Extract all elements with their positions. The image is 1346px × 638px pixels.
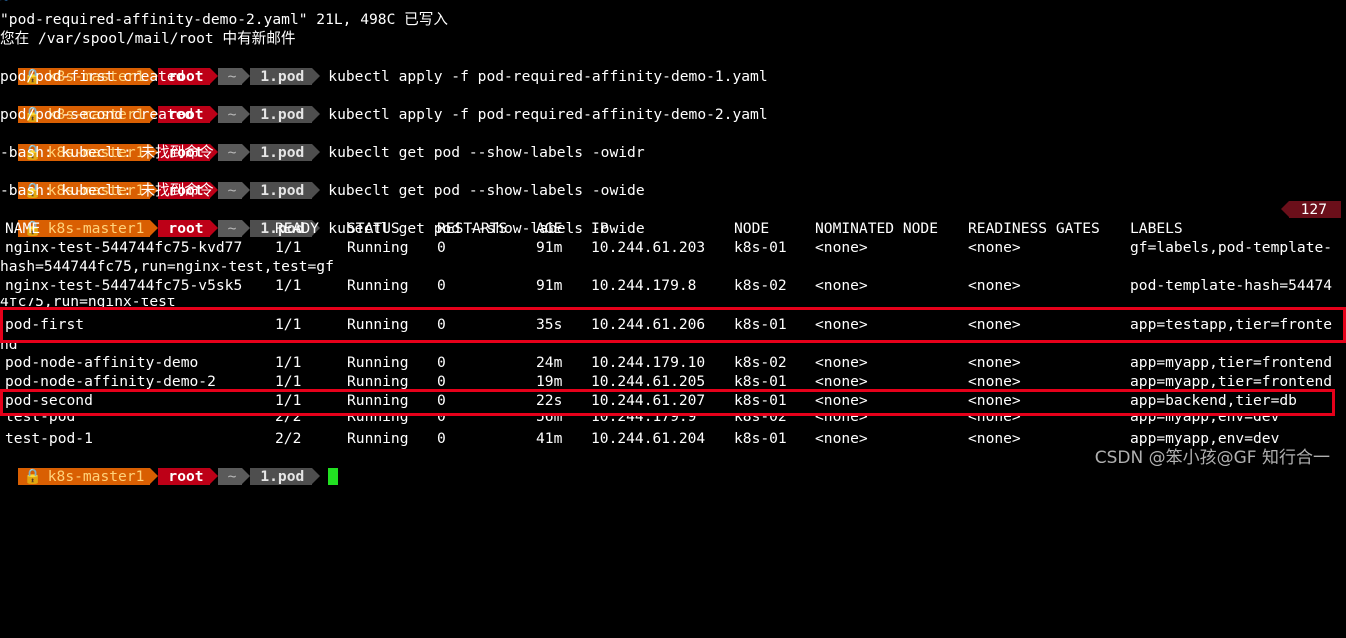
prompt-dir: 1.pod — [250, 468, 321, 485]
cell-ready: 1/1 — [275, 354, 302, 371]
cell-nominated-node: <none> — [815, 277, 868, 294]
cell-ip: 10.244.179.10 — [591, 354, 706, 371]
cell-ip: 10.244.61.203 — [591, 239, 706, 256]
cell-restarts: 0 — [437, 430, 446, 447]
highlight-box-pod-second — [0, 389, 1335, 416]
terminal-top-fragment: ~ — [0, 0, 1346, 9]
cell-restarts: 0 — [437, 277, 446, 294]
cell-restarts: 0 — [437, 354, 446, 371]
table-row: nginx-test-544744fc75-v5sk5 1/1 Running … — [0, 276, 1346, 295]
cell-name: pod-node-affinity-demo — [5, 354, 199, 371]
vim-written-message: "pod-required-affinity-demo-2.yaml" 21L,… — [0, 11, 448, 28]
prompt-line: 🔒 k8s-master1 root ~1.pod kubeclt get pod --… — [0, 124, 1346, 161]
table-row: nginx-test-544744fc75-kvd77 1/1 Running … — [0, 238, 1346, 257]
cell-status: Running — [347, 277, 409, 294]
command-output: -bash: kubeclt: 未找到命令 — [0, 144, 214, 161]
cell-nominated-node: <none> — [815, 239, 868, 256]
cell-name: nginx-test-544744fc75-v5sk5 — [5, 277, 243, 294]
cell-readiness-gates: <none> — [968, 239, 1021, 256]
table-row-wrap: nd — [0, 343, 1346, 350]
cell-age: 91m — [536, 277, 563, 294]
cell-node: k8s-01 — [734, 239, 787, 256]
cell-readiness-gates: <none> — [968, 277, 1021, 294]
cell-nominated-node: <none> — [815, 354, 868, 371]
cell-age: 24m — [536, 354, 563, 371]
col-header: STATUS — [347, 220, 400, 237]
command-output: pod/pod-first created — [0, 68, 185, 85]
cell-name: nginx-test-544744fc75-kvd77 — [5, 239, 243, 256]
col-header: READINESS GATES — [968, 220, 1100, 237]
prompt-line: 🔒 k8s-master1 root ~1.pod kubeclt get pod --… — [0, 162, 1346, 199]
cell-status: Running — [347, 430, 409, 447]
cell-name: test-pod-1 — [5, 430, 93, 447]
command-output: pod/pod-second created — [0, 106, 194, 123]
col-header: NAME — [5, 220, 41, 237]
col-header: NOMINATED NODE — [815, 220, 939, 237]
col-header: RESTARTS — [437, 220, 508, 237]
prompt-host: k8s-master1 — [47, 468, 145, 485]
prompt-line: 🔒 k8s-master1 root ~1.pod kubectl apply -f p… — [0, 86, 1346, 123]
col-header: IP — [591, 220, 609, 237]
cell-node: k8s-02 — [734, 277, 787, 294]
table-row-wrap: hash=544744fc75,run=nginx-test,test=gf — [0, 258, 334, 275]
cell-restarts: 0 — [437, 239, 446, 256]
cell-ready: 1/1 — [275, 277, 302, 294]
command-output: -bash: kubeclt: 未找到命令 — [0, 182, 214, 199]
table-row: pod-node-affinity-demo 1/1 Running 0 24m… — [0, 353, 1346, 372]
cell-status: Running — [347, 354, 409, 371]
cell-ip: 10.244.61.204 — [591, 430, 706, 447]
watermark: CSDN @笨小孩@GF 知行合一 — [1094, 448, 1330, 468]
cell-node: k8s-01 — [734, 430, 787, 447]
prompt-line: 🔒 k8s-master1 root ~1.pod kubectl get pod --… — [0, 200, 1346, 237]
cell-node: k8s-02 — [734, 354, 787, 371]
col-header: READY — [275, 220, 319, 237]
shell-prompt: 🔒 k8s-master1 root ~1.pod — [17, 468, 321, 485]
prompt-tilde: ~ — [217, 468, 251, 485]
table-header: NAME READY STATUS RESTARTS AGE IP NODE N… — [0, 219, 1346, 238]
cell-ready: 1/1 — [275, 239, 302, 256]
prompt-line: 🔒 k8s-master1 root ~1.pod kubectl apply -f p… — [0, 48, 1346, 85]
mail-notice: 您在 /var/spool/mail/root 中有新邮件 — [0, 30, 296, 47]
cell-readiness-gates: <none> — [968, 354, 1021, 371]
cell-labels: app=myapp,tier=frontend — [1130, 354, 1333, 371]
cell-labels: pod-template-hash=54474 — [1130, 277, 1333, 294]
terminal-cursor[interactable] — [328, 468, 339, 485]
cell-nominated-node: <none> — [815, 430, 868, 447]
cell-status: Running — [347, 239, 409, 256]
cell-age: 91m — [536, 239, 563, 256]
col-header: AGE — [536, 220, 563, 237]
col-header: NODE — [734, 220, 770, 237]
highlight-box-pod-first — [0, 307, 1346, 343]
prompt-user: root — [158, 468, 218, 485]
cell-readiness-gates: <none> — [968, 430, 1021, 447]
cell-labels: gf=labels,pod-template- — [1130, 239, 1333, 256]
cell-age: 41m — [536, 430, 563, 447]
col-header: LABELS — [1130, 220, 1183, 237]
cell-ip: 10.244.179.8 — [591, 277, 697, 294]
wrap-text: nd — [0, 343, 18, 350]
exit-code-badge: 127 — [1280, 201, 1341, 218]
cell-ready: 2/2 — [275, 430, 302, 447]
lock-icon: 🔒 — [23, 468, 42, 485]
